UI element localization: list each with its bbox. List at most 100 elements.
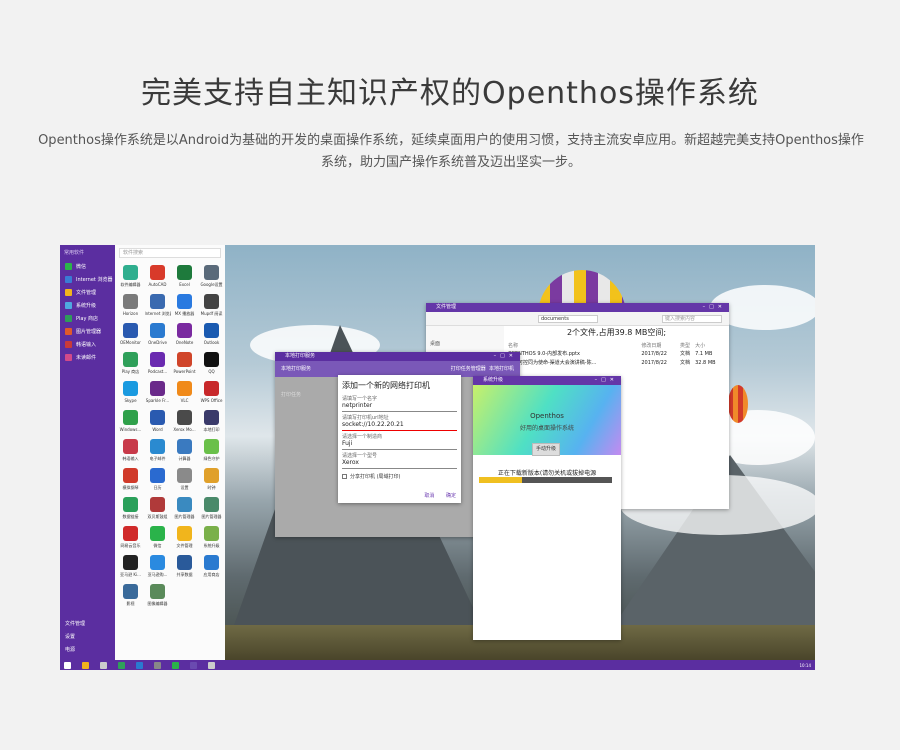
- app-tile[interactable]: 图像编辑器: [144, 580, 171, 609]
- app-tile[interactable]: OneDrive: [144, 319, 171, 348]
- app-tile[interactable]: Windows...: [117, 406, 144, 435]
- app-tile[interactable]: Internet 浏览器: [144, 290, 171, 319]
- app-tile[interactable]: Skype: [117, 377, 144, 406]
- app-tile[interactable]: Excel: [171, 261, 198, 290]
- app-icon: [204, 468, 219, 483]
- app-tile[interactable]: 模拟钢琴: [117, 464, 144, 493]
- app-label: 图片管理器: [201, 514, 222, 519]
- column-header[interactable]: 大小: [695, 341, 726, 349]
- app-tile[interactable]: 双贝斯鼓组: [144, 493, 171, 522]
- launcher-bottom-label: 电源: [65, 647, 76, 653]
- app-tile[interactable]: 绿色守护: [198, 435, 225, 464]
- app-tile[interactable]: VLC: [171, 377, 198, 406]
- play-store-icon[interactable]: [118, 661, 125, 669]
- app-tile[interactable]: 时钟: [198, 464, 225, 493]
- app-tile[interactable]: 应用商店: [198, 551, 225, 580]
- launcher-bottom-item[interactable]: 电源: [60, 643, 115, 656]
- app-tile[interactable]: Sparkle Fr...: [144, 377, 171, 406]
- launcher-item[interactable]: 韩语输入: [60, 338, 115, 351]
- app-tile[interactable]: 亚马逊 Ki...: [117, 551, 144, 580]
- share-checkbox-row[interactable]: 分享打印机 (局域打印): [342, 471, 457, 481]
- app-tile[interactable]: Word: [144, 406, 171, 435]
- app-tile[interactable]: 亚马逊购...: [144, 551, 171, 580]
- app-tile[interactable]: Outlook: [198, 319, 225, 348]
- app-tile[interactable]: 微信: [144, 522, 171, 551]
- brand-select[interactable]: Fuji: [342, 440, 457, 450]
- app-tile[interactable]: Horizon: [117, 290, 144, 319]
- launcher-item[interactable]: Play 商店: [60, 312, 115, 325]
- app-tile[interactable]: Play 商店: [117, 348, 144, 377]
- app-label: 文件管理: [176, 543, 193, 548]
- app-tile[interactable]: 共享数据: [171, 551, 198, 580]
- app-tile[interactable]: 软件编辑器: [117, 261, 144, 290]
- file-manager-titlebar[interactable]: 文件管理 –□✕: [426, 303, 729, 312]
- app-tile[interactable]: OEMonitor: [117, 319, 144, 348]
- sidebar-item-desktop[interactable]: 桌面: [430, 340, 500, 347]
- launcher-item[interactable]: 图片管理器: [60, 325, 115, 338]
- app-icon: [177, 555, 192, 570]
- table-cell: 7.1 MB: [695, 350, 713, 357]
- launcher-item[interactable]: 系统升级: [60, 299, 115, 312]
- app-icon[interactable]: [154, 661, 161, 669]
- print-manager-titlebar[interactable]: 本地打印服务 –□✕: [275, 352, 520, 361]
- cancel-button[interactable]: 取消: [424, 493, 434, 499]
- start-icon[interactable]: [64, 661, 71, 669]
- app-search-input[interactable]: 软件搜索: [119, 248, 221, 258]
- file-search-input[interactable]: 键入搜索内容: [662, 315, 722, 323]
- tab-print-jobs[interactable]: 打印任务管理器: [451, 366, 486, 372]
- column-header[interactable]: 类型: [680, 341, 695, 349]
- app-tile[interactable]: 影视: [117, 580, 144, 609]
- app-tile[interactable]: 设置: [171, 464, 198, 493]
- app-tile[interactable]: Mupdf 阅读: [198, 290, 225, 319]
- table-row[interactable]: 自主可控同为使命-渠道大会演讲稿-陈... 2017/8/22 文档 32.8 MB: [508, 358, 726, 367]
- app-tile[interactable]: 计算器: [171, 435, 198, 464]
- page-intro: Openthos操作系统是以Android为基础的开发的桌面操作系统，延续桌面用…: [38, 133, 864, 170]
- column-header[interactable]: 名称: [508, 341, 641, 349]
- column-header[interactable]: 修改日期: [641, 341, 680, 349]
- wechat-icon[interactable]: [172, 661, 179, 669]
- app-tile[interactable]: AutoCAD: [144, 261, 171, 290]
- tab-local-printers[interactable]: 本地打印机: [489, 366, 514, 372]
- file-manager-icon[interactable]: [82, 661, 89, 669]
- window-controls[interactable]: –□✕: [703, 303, 726, 312]
- launcher-bottom-item[interactable]: 文件管理: [60, 617, 115, 630]
- app-tile[interactable]: OneNote: [171, 319, 198, 348]
- upgrade-titlebar[interactable]: 系统升级 –□✕: [473, 376, 621, 385]
- printer-name-field[interactable]: netprinter: [342, 402, 457, 412]
- app-tile[interactable]: Google设置: [198, 261, 225, 290]
- window-controls[interactable]: –□✕: [494, 352, 517, 361]
- app-tile[interactable]: Xerox Mo...: [171, 406, 198, 435]
- path-field[interactable]: documents: [538, 315, 598, 323]
- app-tile[interactable]: 本地打印: [198, 406, 225, 435]
- app-tile[interactable]: 文件管理: [171, 522, 198, 551]
- app-tile[interactable]: WPS Office: [198, 377, 225, 406]
- launcher-item[interactable]: Internet 浏览器: [60, 273, 115, 286]
- launcher-bottom-item[interactable]: 设置: [60, 630, 115, 643]
- app-tile[interactable]: 系统升级: [198, 522, 225, 551]
- manual-upgrade-button[interactable]: 手动升级: [532, 443, 560, 456]
- app-icon[interactable]: [208, 661, 215, 669]
- launcher-item[interactable]: 微信: [60, 260, 115, 273]
- app-tile[interactable]: QQ: [198, 348, 225, 377]
- browser-icon[interactable]: [100, 661, 107, 669]
- share-checkbox[interactable]: [342, 473, 347, 479]
- launcher-item[interactable]: 未读邮件: [60, 351, 115, 364]
- app-tile[interactable]: PowerPoint: [171, 348, 198, 377]
- app-tile[interactable]: 网易云音乐: [117, 522, 144, 551]
- app-tile[interactable]: Podcast...: [144, 348, 171, 377]
- app-tile[interactable]: 数据链接: [117, 493, 144, 522]
- app-tile[interactable]: 图片管理器: [171, 493, 198, 522]
- ok-button[interactable]: 确定: [446, 493, 456, 499]
- app-tile[interactable]: MX 播放器: [171, 290, 198, 319]
- window-controls[interactable]: –□✕: [595, 376, 618, 385]
- model-select[interactable]: Xerox: [342, 459, 457, 469]
- app-icon[interactable]: [190, 661, 197, 669]
- app-tile[interactable]: 图片管理器: [198, 493, 225, 522]
- app-tile[interactable]: 韩语输入: [117, 435, 144, 464]
- settings-icon[interactable]: [136, 661, 143, 669]
- app-tile[interactable]: 电子邮件: [144, 435, 171, 464]
- launcher-item[interactable]: 文件管理: [60, 286, 115, 299]
- printer-url-field[interactable]: socket://10.22.20.21: [342, 421, 457, 431]
- app-tile[interactable]: 日历: [144, 464, 171, 493]
- table-row[interactable]: OPENTHOS 9.0-内部发布.pptx 2017/8/22 文档 7.1 MB: [508, 349, 726, 358]
